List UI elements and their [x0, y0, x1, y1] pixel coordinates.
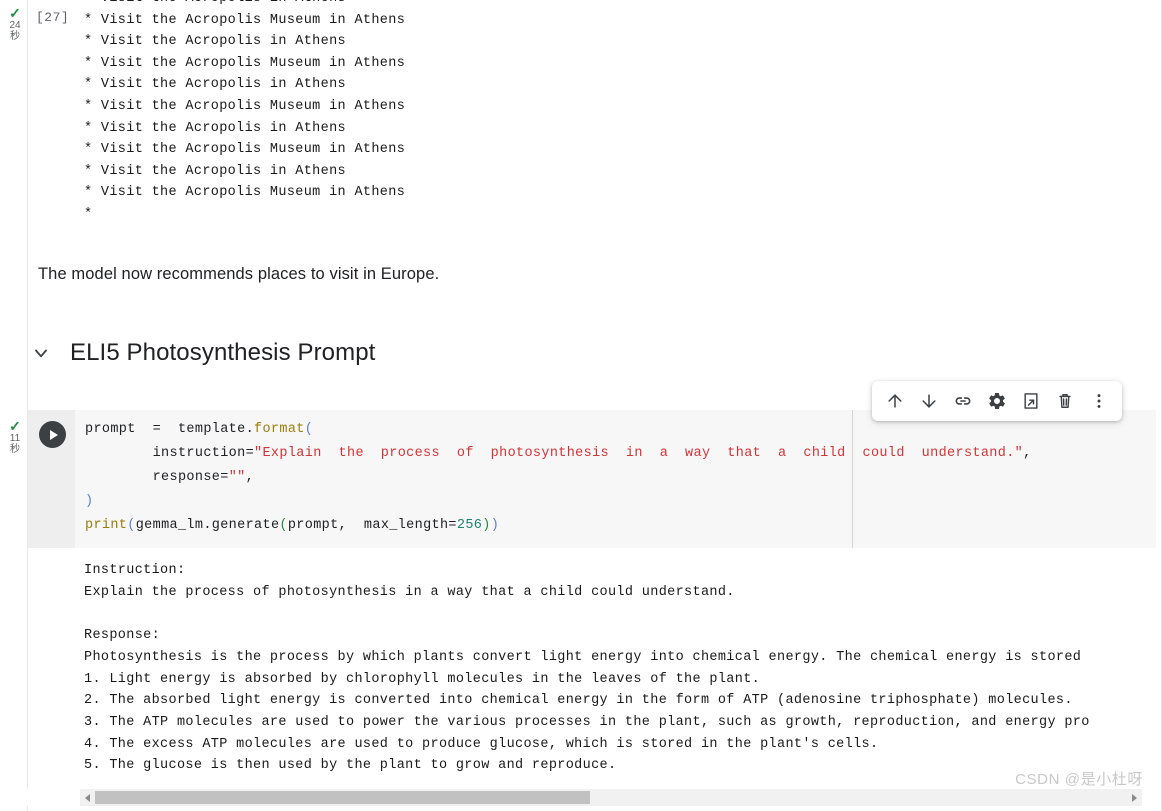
cell-2-output-text: Instruction: Explain the process of phot…: [84, 563, 1090, 774]
code-token: prompt, max_length=: [287, 518, 457, 533]
code-token-string: "": [228, 470, 246, 485]
code-token: ,: [1023, 446, 1032, 461]
scroll-left-button[interactable]: [80, 789, 95, 806]
caret-right-icon: [1132, 793, 1137, 802]
run-cell-button[interactable]: [39, 421, 66, 448]
code-token: response=: [85, 470, 229, 485]
code-token-paren: ): [85, 494, 94, 509]
delete-cell-button[interactable]: [1048, 384, 1082, 418]
code-token-number: 256: [456, 518, 483, 533]
move-cell-down-button[interactable]: [912, 384, 946, 418]
cell-settings-button[interactable]: [980, 384, 1014, 418]
move-cell-up-button[interactable]: [878, 384, 912, 418]
scrollbar-track[interactable]: [95, 789, 1127, 806]
more-options-button[interactable]: [1082, 384, 1116, 418]
success-check-icon: ✓: [9, 418, 21, 434]
code-cell-gutter: [28, 410, 75, 548]
scrollbar-thumb[interactable]: [95, 791, 590, 804]
cell-toolbar[interactable]: [872, 381, 1122, 421]
notebook-cell-1[interactable]: ✓ 24 秒 [27] * Visit the Acropolis in Ath…: [0, 0, 1161, 232]
cell-1-exec-time-unit: 秒: [10, 31, 20, 43]
more-vertical-icon: [1089, 391, 1109, 411]
cell-1-output-text: * Visit the Acropolis in Athens * Visit …: [84, 0, 406, 222]
gear-icon: [987, 391, 1007, 411]
code-token-paren: (: [279, 518, 288, 533]
notebook-code-cell[interactable]: prompt = template.format( instruction="E…: [28, 410, 1156, 548]
cell-2-execution-status: ✓ 11 秒: [2, 418, 28, 456]
cell-1-execution-status: ✓ 24 秒: [2, 5, 28, 43]
cell-2-output-area: Instruction: Explain the process of phot…: [28, 548, 1156, 786]
code-token: gemma_lm.generate: [135, 518, 280, 533]
code-token-paren: ): [490, 518, 500, 533]
cell-2-exec-time-number: 11: [9, 433, 21, 444]
arrow-down-icon: [919, 391, 939, 411]
code-token-paren: (: [304, 422, 314, 437]
code-source: prompt = template.format( instruction="E…: [85, 418, 1032, 538]
caret-left-icon: [85, 793, 90, 802]
code-token: prompt = template.: [85, 422, 255, 437]
arrow-up-icon: [885, 391, 905, 411]
code-token-paren: (: [127, 518, 136, 533]
chevron-down-icon[interactable]: [28, 340, 54, 366]
section-header[interactable]: ELI5 Photosynthesis Prompt: [28, 332, 375, 374]
code-token-string: "Explain the process of photosynthesis i…: [254, 446, 1024, 461]
scroll-right-button[interactable]: [1127, 789, 1142, 806]
copy-to-drive-icon: [1021, 391, 1041, 411]
code-token-function: format: [254, 422, 305, 437]
code-editor[interactable]: prompt = template.format( instruction="E…: [75, 410, 1156, 548]
success-check-icon: ✓: [9, 5, 21, 21]
play-icon: [50, 429, 58, 440]
link-to-cell-button[interactable]: [946, 384, 980, 418]
colab-notebook-page: ✓ 24 秒 [27] * Visit the Acropolis in Ath…: [0, 0, 1162, 811]
code-token: instruction=: [85, 446, 255, 461]
code-token-paren: ): [482, 518, 491, 533]
code-token-function: print: [85, 518, 128, 533]
output-horizontal-scrollbar[interactable]: [80, 789, 1142, 806]
code-token: ,: [245, 470, 255, 485]
section-title: ELI5 Photosynthesis Prompt: [70, 339, 376, 366]
link-icon: [953, 391, 973, 411]
markdown-paragraph: The model now recommends places to visit…: [38, 265, 440, 283]
scrollbar-left-filler: [0, 789, 80, 806]
trash-icon: [1055, 391, 1075, 411]
cell-2-exec-time-unit: 秒: [10, 444, 20, 456]
copy-to-drive-button[interactable]: [1014, 384, 1048, 418]
cell-1-execution-count: [27]: [36, 10, 70, 25]
code-column-ruler: [852, 410, 853, 548]
cell-1-exec-time-number: 24: [9, 20, 21, 31]
